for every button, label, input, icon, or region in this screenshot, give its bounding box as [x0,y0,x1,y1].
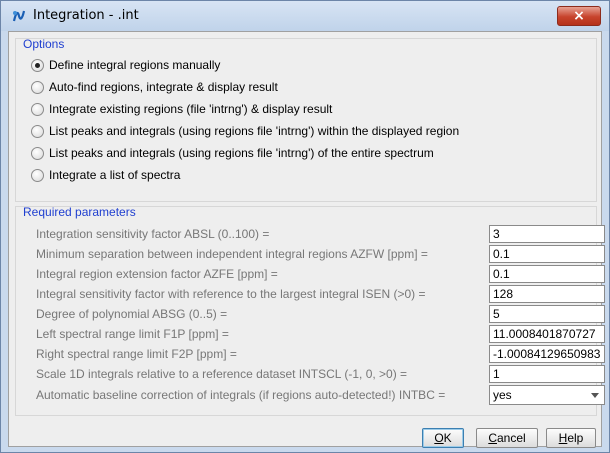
radio-icon[interactable] [31,58,44,72]
option-label: List peaks and integrals (using regions … [49,124,460,138]
radio-icon[interactable] [31,168,44,182]
param-label-intbc: Automatic baseline correction of integra… [36,388,446,402]
dialog-content: Options Define integral regions manually… [8,31,605,448]
ok-label-rest: K [443,431,452,445]
azfe-input[interactable]: 0.1 [489,265,605,283]
window-title: Integration - .int [33,8,139,23]
intscl-input[interactable]: 1 [489,365,605,383]
param-label-absl: Integration sensitivity factor ABSL (0..… [36,227,270,241]
radio-icon[interactable] [31,124,44,138]
cancel-label-rest: ancel [496,431,526,445]
option-integrate-list[interactable]: Integrate a list of spectra [31,166,180,184]
close-icon: × [573,8,585,24]
absl-input[interactable]: 3 [489,225,605,243]
ok-button[interactable]: OK [422,428,464,448]
topspin-app-icon [12,10,26,22]
option-label: Auto-find regions, integrate & display r… [49,80,278,94]
option-auto-find[interactable]: Auto-find regions, integrate & display r… [31,78,278,96]
intbc-select[interactable]: yes [489,385,605,405]
close-button[interactable]: × [557,6,601,26]
option-list-entire[interactable]: List peaks and integrals (using regions … [31,144,434,162]
param-label-azfe: Integral region extension factor AZFE [p… [36,267,278,281]
required-parameters-group: Required parameters Integration sensitiv… [15,205,605,416]
param-label-absg: Degree of polynomial ABSG (0..5) = [36,307,228,321]
option-label: Integrate existing regions (file 'intrng… [49,102,333,116]
option-label: Integrate a list of spectra [49,168,181,182]
help-button[interactable]: Help [546,428,596,448]
option-list-displayed[interactable]: List peaks and integrals (using regions … [31,122,459,140]
ok-mnemonic: O [434,431,444,445]
isen-input[interactable]: 128 [489,285,605,303]
integration-dialog: Integration - .int × Options Define inte… [0,0,610,453]
intbc-selected-value: yes [493,388,512,402]
param-label-f2p: Right spectral range limit F2P [ppm] = [36,347,237,361]
cancel-button[interactable]: Cancel [476,428,538,448]
option-integrate-existing[interactable]: Integrate existing regions (file 'intrng… [31,100,332,118]
option-define-manually[interactable]: Define integral regions manually [31,56,220,74]
f1p-input[interactable]: 11.0008401870727 [489,325,605,343]
chevron-down-icon[interactable] [591,393,599,398]
param-label-f1p: Left spectral range limit F1P [ppm] = [36,327,229,341]
f2p-input[interactable]: -1.00084129650983 [489,345,605,363]
param-label-azfw: Minimum separation between independent i… [36,247,428,261]
radio-icon[interactable] [31,146,44,160]
option-label: Define integral regions manually [49,58,221,72]
azfw-input[interactable]: 0.1 [489,245,605,263]
radio-icon[interactable] [31,80,44,94]
options-group-title: Options [23,37,65,51]
option-label: List peaks and integrals (using regions … [49,146,434,160]
options-group: Options Define integral regions manually… [15,37,597,202]
parameters-group-title: Required parameters [23,205,136,219]
param-label-isen: Integral sensitivity factor with referen… [36,287,426,301]
help-label-rest: elp [567,431,584,445]
radio-icon[interactable] [31,102,44,116]
absg-input[interactable]: 5 [489,305,605,323]
title-bar[interactable]: Integration - .int × [1,1,609,31]
cancel-mnemonic: C [488,431,497,445]
param-label-intscl: Scale 1D integrals relative to a referen… [36,367,408,381]
